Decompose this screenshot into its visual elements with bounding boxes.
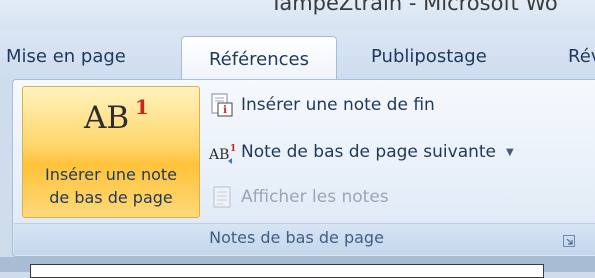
footnote-icon-superscript: 1 bbox=[135, 95, 149, 119]
tab-references[interactable]: Références bbox=[181, 36, 337, 82]
tab-references-label: Références bbox=[208, 49, 310, 70]
insert-footnote-label-line1: Insérer une note bbox=[44, 165, 178, 184]
next-footnote-icon: AB 1 bbox=[207, 140, 237, 164]
show-notes-button[interactable]: Afficher les notes bbox=[207, 182, 389, 212]
tab-publipostage[interactable]: Publipostage bbox=[371, 46, 487, 67]
dialog-launcher-icon[interactable] bbox=[563, 232, 575, 247]
window-title: TampéZtrain - Microsoft Wo bbox=[270, 0, 558, 15]
show-notes-label: Afficher les notes bbox=[241, 187, 389, 207]
next-footnote-label: Note de bas de page suivante bbox=[241, 142, 497, 162]
group-label: Notes de bas de page bbox=[209, 228, 384, 247]
svg-text:1: 1 bbox=[230, 144, 236, 154]
ribbon-tab-bar: Mise en page Références Publipostage Rév bbox=[0, 30, 595, 82]
insert-endnote-button[interactable]: i Insérer une note de fin bbox=[207, 90, 435, 120]
group-footer: Notes de bas de page bbox=[14, 223, 595, 255]
chevron-down-icon[interactable]: ▼ bbox=[506, 147, 514, 158]
title-bar: TampéZtrain - Microsoft Wo bbox=[0, 0, 595, 30]
document-page[interactable] bbox=[30, 264, 544, 278]
insert-footnote-label: Insérer une note de bas de page bbox=[23, 163, 199, 209]
show-notes-icon bbox=[207, 185, 237, 209]
svg-text:i: i bbox=[223, 105, 227, 116]
svg-text:AB: AB bbox=[208, 147, 229, 163]
insert-footnote-button[interactable]: AB 1 Insérer une note de bas de page bbox=[22, 86, 200, 218]
insert-endnote-label: Insérer une note de fin bbox=[241, 95, 435, 115]
tab-revision[interactable]: Rév bbox=[568, 46, 595, 67]
endnote-icon: i bbox=[207, 93, 237, 117]
footnote-icon: AB bbox=[84, 100, 130, 136]
next-footnote-button[interactable]: AB 1 Note de bas de page suivante ▼ bbox=[207, 137, 514, 167]
tab-mise-en-page[interactable]: Mise en page bbox=[6, 46, 126, 67]
insert-footnote-label-line2: de bas de page bbox=[49, 188, 173, 207]
